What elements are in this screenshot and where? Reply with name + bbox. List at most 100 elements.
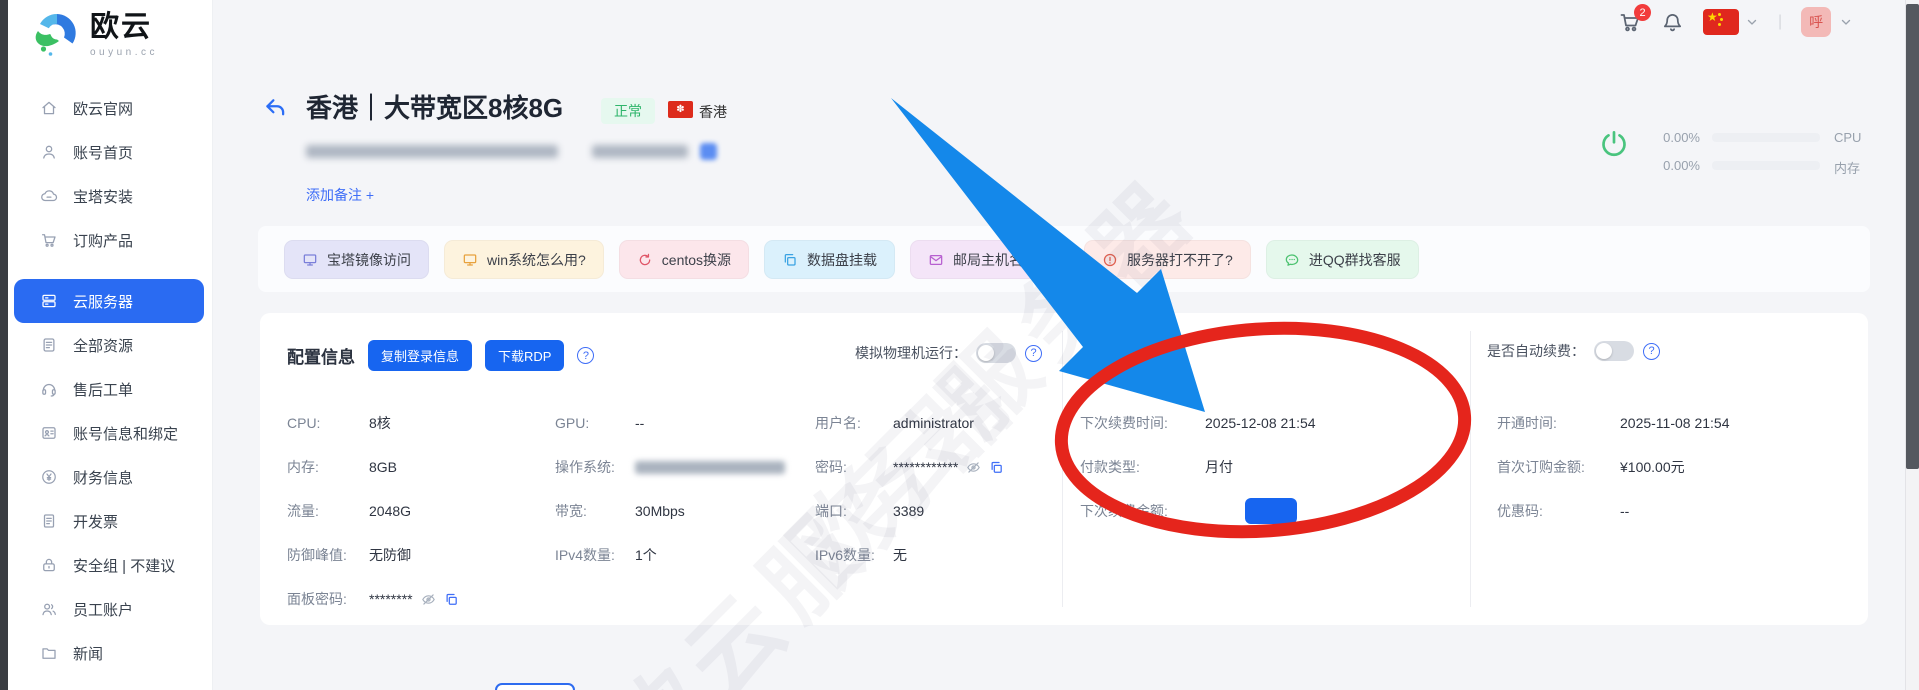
- redacted-ip-address: [592, 145, 688, 158]
- power-icon: [1602, 131, 1626, 157]
- notifications-button[interactable]: [1661, 11, 1684, 34]
- help-icon[interactable]: ?: [577, 347, 595, 364]
- sidebar-item-label: 欧云官网: [73, 100, 134, 118]
- tag-bt-image-access[interactable]: 宝塔镜像访问: [284, 240, 429, 279]
- section-divider: [1470, 331, 1471, 607]
- field-port: 端口: 3389: [815, 503, 925, 519]
- language-flag-china[interactable]: ★: [1703, 9, 1739, 35]
- monitor-icon: [462, 252, 478, 268]
- tag-qq-support[interactable]: 进QQ群找客服: [1265, 240, 1419, 279]
- sidebar-item-support-ticket[interactable]: 售后工单: [8, 367, 212, 411]
- alert-icon: [1102, 252, 1118, 268]
- sidebar-item-label: 云服务器: [73, 293, 134, 311]
- add-note-link[interactable]: 添加备注 +: [306, 185, 374, 205]
- back-arrow-icon: [266, 99, 285, 116]
- eye-off-icon[interactable]: [420, 591, 437, 608]
- field-cpu: CPU: 8核: [287, 415, 391, 431]
- copy-icon[interactable]: [444, 592, 459, 607]
- download-rdp-button[interactable]: 下载RDP: [485, 340, 565, 371]
- config-title: 配置信息: [287, 348, 355, 367]
- renewal-column: 开通时间: 2025-11-08 21:54 首次订购金额: ¥100.00元 优惠…: [1497, 401, 1730, 533]
- payment-column: 下次续费时间: 2025-12-08 21:54 付款类型: 月付 下次续费金额:: [1080, 401, 1316, 533]
- tag-data-disk-mount[interactable]: 数据盘挂载: [764, 240, 896, 279]
- cart-badge: 2: [1634, 4, 1651, 21]
- eye-off-icon[interactable]: [965, 459, 982, 476]
- brand-logo[interactable]: 欧云 ouyun.cc: [8, 0, 212, 86]
- tag-server-wont-open[interactable]: 服务器打不开了?: [1084, 240, 1251, 279]
- idcard-icon: [40, 424, 58, 442]
- field-bandwidth: 带宽: 30Mbps: [555, 503, 685, 519]
- sidebar-item-finance-info[interactable]: 财务信息: [8, 455, 212, 499]
- cpu-meter-label: CPU: [1834, 130, 1862, 145]
- tag-win-howto[interactable]: win系统怎么用?: [444, 240, 604, 279]
- field-username: 用户名: administrator: [815, 415, 974, 431]
- help-icon[interactable]: ?: [1643, 342, 1660, 360]
- brand-name: 欧云: [90, 11, 153, 43]
- topbar-actions: 2 ★ | 呼: [1618, 4, 1853, 37]
- field-next-renew-amount: 下次续费金额:: [1080, 489, 1316, 533]
- chevron-down-icon[interactable]: [1745, 15, 1759, 29]
- sidebar-item-label: 账号信息和绑定: [73, 425, 179, 443]
- renew-button[interactable]: [1245, 498, 1297, 524]
- home-icon: [40, 99, 58, 117]
- field-panel-password: 面板密码: ********: [287, 577, 459, 621]
- field-coupon: 优惠码: --: [1497, 503, 1630, 519]
- config-column-3: 用户名: administrator 密码: ************ 端口: 33…: [815, 401, 1004, 577]
- field-memory: 内存: 8GB: [287, 459, 398, 475]
- chevron-down-icon[interactable]: [1839, 15, 1853, 29]
- mail-icon: [928, 252, 944, 268]
- sidebar-item-account-home[interactable]: 账号首页: [8, 130, 212, 174]
- field-ipv4: IPv4数量: 1个: [555, 547, 657, 563]
- sidebar: 欧云 ouyun.cc 欧云官网 账号首页 宝塔安装 订购产品 云服务器 全部资…: [8, 0, 213, 690]
- back-button[interactable]: [262, 96, 288, 127]
- mem-meter: [1712, 161, 1820, 170]
- cart-icon: [40, 231, 58, 249]
- quick-links-panel: 宝塔镜像访问 win系统怎么用? centos换源 数据盘挂载 邮局主机名修改 …: [258, 226, 1870, 292]
- payment-title: 支付信息: [1080, 347, 1148, 366]
- sidebar-item-official-site[interactable]: 欧云官网: [8, 86, 212, 130]
- users-icon: [40, 600, 58, 618]
- hongkong-flag-icon: ✽: [668, 101, 693, 118]
- yen-icon: [40, 468, 58, 486]
- auto-renew-label: 是否自动续费：: [1487, 343, 1585, 359]
- sidebar-item-invoice[interactable]: 开发票: [8, 499, 212, 543]
- avatar[interactable]: 呼: [1801, 7, 1832, 37]
- sidebar-item-security-group[interactable]: 安全组 | 不建议: [8, 543, 212, 587]
- lock-icon: [40, 556, 58, 574]
- sidebar-item-cloud-server[interactable]: 云服务器: [14, 279, 204, 323]
- scrollbar[interactable]: [1905, 0, 1919, 690]
- field-password: 密码: ************: [815, 445, 1004, 489]
- sidebar-item-all-resources[interactable]: 全部资源: [8, 323, 212, 367]
- cpu-percent: 0.00%: [1663, 130, 1700, 145]
- page-title: 香港｜大带宽区8核8G: [306, 93, 564, 123]
- cart-button[interactable]: 2: [1618, 4, 1651, 34]
- headset-icon: [40, 380, 58, 398]
- cutoff-action-button[interactable]: [495, 683, 575, 690]
- sidebar-item-label: 售后工单: [73, 381, 134, 399]
- field-first-amount: 首次订购金额: ¥100.00元: [1497, 459, 1685, 475]
- copy-icon[interactable]: [989, 460, 1004, 475]
- help-icon[interactable]: ?: [1025, 344, 1042, 362]
- bell-icon: [1663, 13, 1682, 31]
- field-pay-type: 付款类型: 月付: [1080, 459, 1233, 475]
- sidebar-item-bt-install[interactable]: 宝塔安装: [8, 174, 212, 218]
- copy-icon[interactable]: [700, 143, 717, 160]
- copy-login-button[interactable]: 复制登录信息: [368, 340, 473, 371]
- sidebar-item-news[interactable]: 新闻: [8, 631, 212, 675]
- scrollbar-thumb[interactable]: [1906, 4, 1919, 469]
- simulate-physical-toggle[interactable]: [976, 343, 1016, 363]
- auto-renew-toggle[interactable]: [1594, 341, 1634, 361]
- sidebar-item-staff-accounts[interactable]: 员工账户: [8, 587, 212, 631]
- sidebar-item-order-products[interactable]: 订购产品: [8, 218, 212, 262]
- mem-percent: 0.00%: [1663, 158, 1700, 173]
- tag-mail-hostname[interactable]: 邮局主机名修改: [910, 240, 1070, 279]
- field-open-time: 开通时间: 2025-11-08 21:54: [1497, 415, 1730, 431]
- field-gpu: GPU: --: [555, 415, 645, 431]
- power-button[interactable]: [1597, 127, 1631, 166]
- redacted-os-value: [635, 460, 785, 474]
- tag-centos-mirror[interactable]: centos换源: [618, 240, 750, 279]
- sidebar-item-account-info[interactable]: 账号信息和绑定: [8, 411, 212, 455]
- field-ipv6: IPv6数量: 无: [815, 547, 907, 563]
- resources-icon: [40, 336, 58, 354]
- sidebar-item-label: 员工账户: [73, 601, 134, 619]
